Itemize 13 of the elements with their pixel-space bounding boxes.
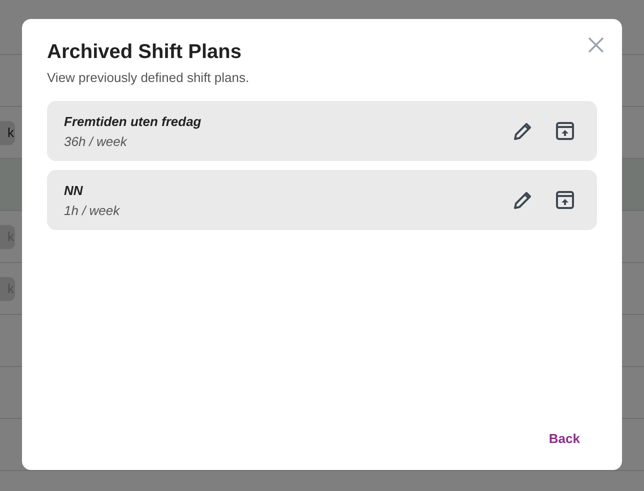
plan-hours: 1h / week	[64, 202, 121, 218]
plan-name: Fremtiden uten fredag	[64, 114, 202, 128]
plan-hours: 36h / week	[64, 134, 128, 148]
edit-icon[interactable]	[513, 121, 533, 141]
edit-icon[interactable]	[513, 190, 533, 210]
unarchive-icon[interactable]	[555, 190, 575, 210]
dialog-subtitle: View previously defined shift plans.	[47, 70, 250, 85]
dialog-title: Archived Shift Plans	[47, 41, 242, 64]
unarchive-icon[interactable]	[555, 121, 575, 141]
close-icon[interactable]	[588, 37, 604, 53]
row-tag: k	[0, 120, 15, 144]
plan-name: NN	[64, 182, 84, 198]
back-button[interactable]: Back	[532, 427, 597, 450]
